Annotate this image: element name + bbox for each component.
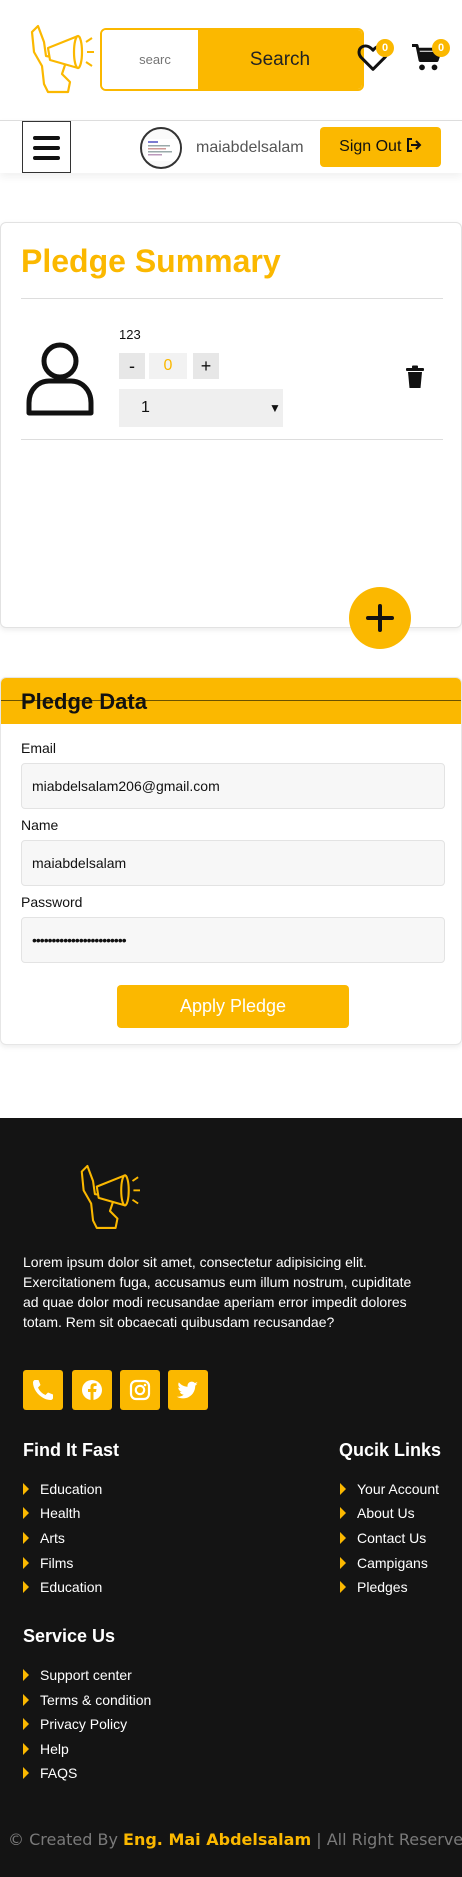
facebook-icon xyxy=(82,1380,102,1400)
author-name: Eng. Mai Abdelsalam xyxy=(123,1830,312,1849)
item-name: 123 xyxy=(119,327,141,342)
pledge-data-card: Pledge Data Email miabdelsalam206@gmail.… xyxy=(0,677,462,1045)
email-field[interactable]: miabdelsalam206@gmail.com xyxy=(21,763,445,809)
increase-quantity-button[interactable]: + xyxy=(193,353,219,379)
name-field[interactable]: maiabdelsalam xyxy=(21,840,445,886)
quantity-value: 0 xyxy=(149,353,187,379)
footer-link[interactable]: Privacy Policy xyxy=(23,1716,127,1732)
twitter-icon xyxy=(176,1381,198,1399)
footer-link[interactable]: Education xyxy=(23,1481,102,1497)
nav-bar: maiabdelsalam Sign Out xyxy=(0,120,462,173)
sign-out-icon xyxy=(406,138,422,152)
footer-link[interactable]: Support center xyxy=(23,1667,132,1683)
instagram-icon xyxy=(129,1379,151,1401)
chevron-down-icon: ▼ xyxy=(269,401,281,415)
footer-link[interactable]: Pledges xyxy=(340,1579,408,1595)
phone-button[interactable] xyxy=(23,1370,63,1410)
twitter-button[interactable] xyxy=(168,1370,208,1410)
pledge-data-header: Pledge Data xyxy=(1,678,461,724)
megaphone-logo-icon[interactable] xyxy=(28,22,94,94)
site-header: Search 0 0 xyxy=(0,0,462,120)
plus-icon xyxy=(366,604,394,632)
instagram-button[interactable] xyxy=(120,1370,160,1410)
quantity-select[interactable]: 1 xyxy=(119,389,283,427)
name-label: Name xyxy=(21,817,59,833)
pledge-summary-title: Pledge Summary xyxy=(21,243,281,279)
phone-icon xyxy=(33,1380,53,1400)
email-label: Email xyxy=(21,740,57,756)
footer-link[interactable]: Films xyxy=(23,1555,73,1571)
find-it-fast-heading: Find It Fast xyxy=(23,1440,119,1460)
site-footer: Lorem ipsum dolor sit amet, consectetur … xyxy=(0,1118,462,1877)
footer-link[interactable]: Help xyxy=(23,1741,69,1757)
pledge-summary-card: Pledge Summary 123 - 0 + 1 ▼ xyxy=(0,222,462,649)
password-field[interactable]: •••••••••••••••••••••••• xyxy=(21,917,445,963)
user-icon xyxy=(26,342,94,416)
footer-link[interactable]: Education xyxy=(23,1579,102,1595)
menu-icon xyxy=(33,136,60,140)
footer-link[interactable]: Arts xyxy=(23,1530,65,1546)
service-us-heading: Service Us xyxy=(23,1626,116,1646)
footer-link[interactable]: Health xyxy=(23,1505,80,1521)
avatar[interactable] xyxy=(140,127,182,169)
wishlist-count-badge: 0 xyxy=(376,39,394,57)
search-button[interactable]: Search xyxy=(198,30,362,89)
username-label: maiabdelsalam xyxy=(196,139,304,156)
cart-count-badge: 0 xyxy=(432,39,450,57)
sign-out-label: Sign Out xyxy=(339,138,402,155)
facebook-button[interactable] xyxy=(72,1370,112,1410)
divider xyxy=(21,439,443,440)
avatar-thumbnail xyxy=(146,139,180,161)
megaphone-logo-icon[interactable] xyxy=(78,1162,140,1230)
menu-button[interactable] xyxy=(22,121,71,173)
password-label: Password xyxy=(21,894,83,910)
copyright-text: © Created By Eng. Mai Abdelsalam | All R… xyxy=(8,1830,462,1849)
divider xyxy=(21,298,443,299)
add-pledge-button[interactable] xyxy=(349,587,411,649)
footer-link[interactable]: Campigans xyxy=(340,1555,428,1571)
footer-link[interactable]: FAQS xyxy=(23,1765,77,1781)
footer-link[interactable]: Terms & condition xyxy=(23,1692,151,1708)
footer-link[interactable]: Your Account xyxy=(340,1481,439,1497)
trash-icon[interactable] xyxy=(405,365,425,389)
search-box: Search xyxy=(100,28,364,91)
footer-link[interactable]: About Us xyxy=(340,1505,415,1521)
pledge-data-title: Pledge Data xyxy=(21,689,147,714)
sign-out-button[interactable]: Sign Out xyxy=(320,127,441,167)
footer-link[interactable]: Contact Us xyxy=(340,1530,426,1546)
footer-about-text: Lorem ipsum dolor sit amet, consectetur … xyxy=(23,1254,412,1330)
search-input[interactable] xyxy=(102,30,198,89)
quick-links-heading: Qucik Links xyxy=(339,1440,442,1460)
decrease-quantity-button[interactable]: - xyxy=(119,353,145,379)
apply-pledge-button[interactable]: Apply Pledge xyxy=(117,985,349,1028)
